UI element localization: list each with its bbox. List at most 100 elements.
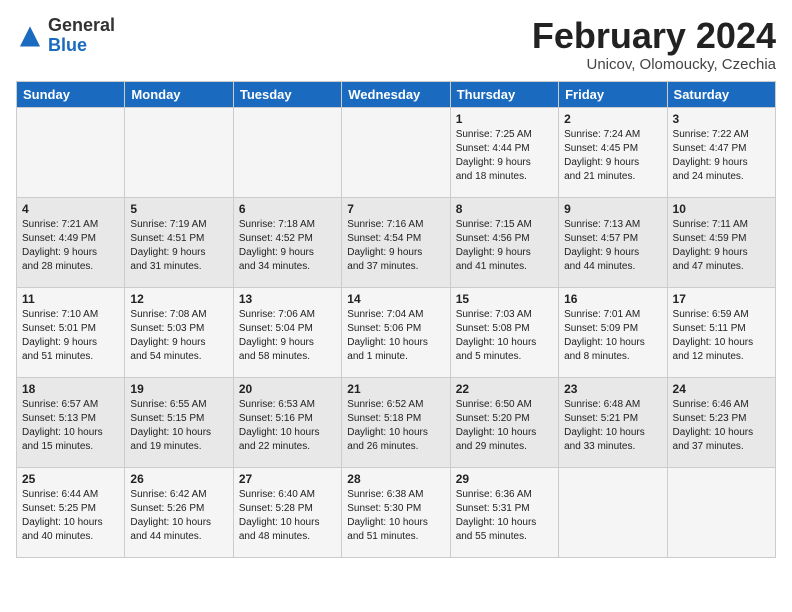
- day-cell: 21 Sunrise: 6:52 AM Sunset: 5:18 PM Dayli…: [342, 377, 450, 467]
- day-info: Sunrise: 6:38 AM Sunset: 5:30 PM Dayligh…: [347, 488, 444, 544]
- day-number: 16: [564, 292, 661, 306]
- header-day-sunday: Sunday: [17, 81, 125, 107]
- day-cell: 3Sunrise: 7:22 AM Sunset: 4:47 PM Daylig…: [667, 107, 775, 197]
- day-cell: 12 Sunrise: 7:08 AM Sunset: 5:03 PM Dayli…: [125, 287, 233, 377]
- day-cell: 7 Sunrise: 7:16 AM Sunset: 4:54 PM Daylig…: [342, 197, 450, 287]
- day-number: 3: [673, 112, 770, 126]
- day-info: Sunrise: 7:18 AM Sunset: 4:52 PM Dayligh…: [239, 218, 336, 274]
- day-cell: 9 Sunrise: 7:13 AM Sunset: 4:57 PM Daylig…: [559, 197, 667, 287]
- day-cell: 25Sunrise: 6:44 AM Sunset: 5:25 PM Dayli…: [17, 467, 125, 557]
- day-cell: 8 Sunrise: 7:15 AM Sunset: 4:56 PM Daylig…: [450, 197, 558, 287]
- day-info: Sunrise: 6:50 AM Sunset: 5:20 PM Dayligh…: [456, 398, 553, 454]
- logo: General Blue: [16, 16, 115, 56]
- day-info: Sunrise: 6:55 AM Sunset: 5:15 PM Dayligh…: [130, 398, 227, 454]
- day-cell: 20 Sunrise: 6:53 AM Sunset: 5:16 PM Dayli…: [233, 377, 341, 467]
- day-info: Sunrise: 6:52 AM Sunset: 5:18 PM Dayligh…: [347, 398, 444, 454]
- day-cell: 18 Sunrise: 6:57 AM Sunset: 5:13 PM Dayli…: [17, 377, 125, 467]
- day-number: 29: [456, 472, 553, 486]
- day-cell: 2Sunrise: 7:24 AM Sunset: 4:45 PM Daylig…: [559, 107, 667, 197]
- calendar-table: SundayMondayTuesdayWednesdayThursdayFrid…: [16, 81, 776, 558]
- day-number: 18: [22, 382, 119, 396]
- day-number: 19: [130, 382, 227, 396]
- day-number: 10: [673, 202, 770, 216]
- day-cell: 14 Sunrise: 7:04 AM Sunset: 5:06 PM Dayli…: [342, 287, 450, 377]
- day-cell: 11Sunrise: 7:10 AM Sunset: 5:01 PM Dayli…: [17, 287, 125, 377]
- title-block: February 2024 Unicov, Olomoucky, Czechia: [532, 16, 776, 73]
- calendar-header: SundayMondayTuesdayWednesdayThursdayFrid…: [17, 81, 776, 107]
- day-number: 21: [347, 382, 444, 396]
- month-title: February 2024: [532, 16, 776, 56]
- day-number: 5: [130, 202, 227, 216]
- day-info: Sunrise: 6:53 AM Sunset: 5:16 PM Dayligh…: [239, 398, 336, 454]
- day-number: 12: [130, 292, 227, 306]
- day-cell: [559, 467, 667, 557]
- page-header: General Blue February 2024 Unicov, Olomo…: [16, 16, 776, 73]
- day-info: Sunrise: 7:03 AM Sunset: 5:08 PM Dayligh…: [456, 308, 553, 364]
- header-day-tuesday: Tuesday: [233, 81, 341, 107]
- day-info: Sunrise: 7:11 AM Sunset: 4:59 PM Dayligh…: [673, 218, 770, 274]
- day-cell: [17, 107, 125, 197]
- day-info: Sunrise: 6:36 AM Sunset: 5:31 PM Dayligh…: [456, 488, 553, 544]
- day-info: Sunrise: 7:13 AM Sunset: 4:57 PM Dayligh…: [564, 218, 661, 274]
- day-cell: 26Sunrise: 6:42 AM Sunset: 5:26 PM Dayli…: [125, 467, 233, 557]
- week-row-3: 18 Sunrise: 6:57 AM Sunset: 5:13 PM Dayli…: [17, 377, 776, 467]
- day-info: Sunrise: 6:59 AM Sunset: 5:11 PM Dayligh…: [673, 308, 770, 364]
- day-cell: 1Sunrise: 7:25 AM Sunset: 4:44 PM Daylig…: [450, 107, 558, 197]
- day-info: Sunrise: 7:04 AM Sunset: 5:06 PM Dayligh…: [347, 308, 444, 364]
- day-number: 13: [239, 292, 336, 306]
- header-day-wednesday: Wednesday: [342, 81, 450, 107]
- day-info: Sunrise: 7:01 AM Sunset: 5:09 PM Dayligh…: [564, 308, 661, 364]
- day-cell: 19 Sunrise: 6:55 AM Sunset: 5:15 PM Dayli…: [125, 377, 233, 467]
- day-number: 24: [673, 382, 770, 396]
- location-subtitle: Unicov, Olomoucky, Czechia: [532, 56, 776, 73]
- day-number: 6: [239, 202, 336, 216]
- week-row-0: 1Sunrise: 7:25 AM Sunset: 4:44 PM Daylig…: [17, 107, 776, 197]
- header-day-monday: Monday: [125, 81, 233, 107]
- day-number: 15: [456, 292, 553, 306]
- day-number: 23: [564, 382, 661, 396]
- day-info: Sunrise: 6:46 AM Sunset: 5:23 PM Dayligh…: [673, 398, 770, 454]
- day-info: Sunrise: 7:08 AM Sunset: 5:03 PM Dayligh…: [130, 308, 227, 364]
- day-cell: 13Sunrise: 7:06 AM Sunset: 5:04 PM Dayli…: [233, 287, 341, 377]
- logo-blue: Blue: [48, 35, 87, 55]
- day-cell: 15 Sunrise: 7:03 AM Sunset: 5:08 PM Dayli…: [450, 287, 558, 377]
- day-number: 22: [456, 382, 553, 396]
- day-cell: 4 Sunrise: 7:21 AM Sunset: 4:49 PM Daylig…: [17, 197, 125, 287]
- day-number: 7: [347, 202, 444, 216]
- day-number: 8: [456, 202, 553, 216]
- week-row-4: 25Sunrise: 6:44 AM Sunset: 5:25 PM Dayli…: [17, 467, 776, 557]
- day-number: 17: [673, 292, 770, 306]
- day-info: Sunrise: 7:10 AM Sunset: 5:01 PM Dayligh…: [22, 308, 119, 364]
- calendar-body: 1Sunrise: 7:25 AM Sunset: 4:44 PM Daylig…: [17, 107, 776, 557]
- week-row-1: 4 Sunrise: 7:21 AM Sunset: 4:49 PM Daylig…: [17, 197, 776, 287]
- day-number: 14: [347, 292, 444, 306]
- day-info: Sunrise: 7:21 AM Sunset: 4:49 PM Dayligh…: [22, 218, 119, 274]
- day-cell: [233, 107, 341, 197]
- day-number: 25: [22, 472, 119, 486]
- day-cell: 24 Sunrise: 6:46 AM Sunset: 5:23 PM Dayli…: [667, 377, 775, 467]
- day-cell: 5 Sunrise: 7:19 AM Sunset: 4:51 PM Daylig…: [125, 197, 233, 287]
- header-row: SundayMondayTuesdayWednesdayThursdayFrid…: [17, 81, 776, 107]
- header-day-friday: Friday: [559, 81, 667, 107]
- day-cell: 10 Sunrise: 7:11 AM Sunset: 4:59 PM Dayli…: [667, 197, 775, 287]
- day-info: Sunrise: 7:24 AM Sunset: 4:45 PM Dayligh…: [564, 128, 661, 184]
- day-info: Sunrise: 6:42 AM Sunset: 5:26 PM Dayligh…: [130, 488, 227, 544]
- day-cell: [342, 107, 450, 197]
- day-info: Sunrise: 6:48 AM Sunset: 5:21 PM Dayligh…: [564, 398, 661, 454]
- day-info: Sunrise: 6:57 AM Sunset: 5:13 PM Dayligh…: [22, 398, 119, 454]
- header-day-saturday: Saturday: [667, 81, 775, 107]
- day-cell: 29 Sunrise: 6:36 AM Sunset: 5:31 PM Dayli…: [450, 467, 558, 557]
- day-cell: 22 Sunrise: 6:50 AM Sunset: 5:20 PM Dayli…: [450, 377, 558, 467]
- day-info: Sunrise: 7:15 AM Sunset: 4:56 PM Dayligh…: [456, 218, 553, 274]
- day-number: 4: [22, 202, 119, 216]
- day-info: Sunrise: 7:19 AM Sunset: 4:51 PM Dayligh…: [130, 218, 227, 274]
- day-info: Sunrise: 6:40 AM Sunset: 5:28 PM Dayligh…: [239, 488, 336, 544]
- day-cell: 27 Sunrise: 6:40 AM Sunset: 5:28 PM Dayli…: [233, 467, 341, 557]
- header-day-thursday: Thursday: [450, 81, 558, 107]
- day-info: Sunrise: 7:16 AM Sunset: 4:54 PM Dayligh…: [347, 218, 444, 274]
- day-number: 9: [564, 202, 661, 216]
- day-cell: 16 Sunrise: 7:01 AM Sunset: 5:09 PM Dayli…: [559, 287, 667, 377]
- day-number: 20: [239, 382, 336, 396]
- day-cell: 28Sunrise: 6:38 AM Sunset: 5:30 PM Dayli…: [342, 467, 450, 557]
- day-number: 27: [239, 472, 336, 486]
